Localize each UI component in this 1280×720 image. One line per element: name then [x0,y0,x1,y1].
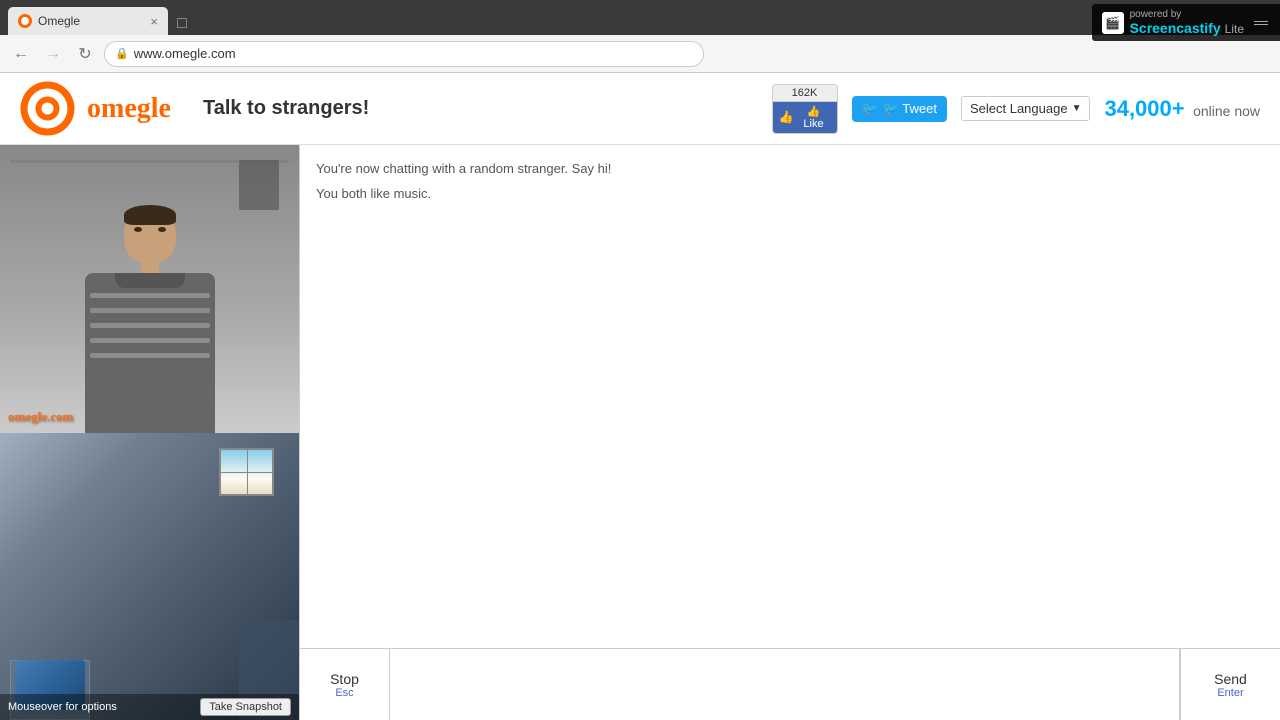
self-video: Mouseover for options Take Snapshot [0,433,299,720]
mouseover-text: Mouseover for options [8,701,117,713]
chat-input[interactable] [390,649,1180,720]
refresh-btn[interactable]: ↻ [72,41,98,67]
like-button[interactable]: 👍 👍 Like [773,102,837,133]
chat-panel: You're now chatting with a random strang… [300,145,1280,720]
main-content: omegle.com Mouseover for options [0,145,1280,720]
snapshot-button[interactable]: Take Snapshot [200,698,291,716]
stranger-video: omegle.com [0,145,299,433]
page: omegle Talk to strangers! 162K 👍 👍 Like … [0,73,1280,720]
lock-icon: 🔒 [115,47,129,60]
screencastify-title: Screencastify [1130,20,1221,36]
stop-label: Stop [330,671,359,687]
address-bar[interactable]: 🔒 www.omegle.com [104,41,704,67]
screencastify-icon: 🎬 [1102,12,1124,34]
online-count: 34,000+ [1104,96,1184,121]
tagline: Talk to strangers! [203,97,369,120]
tab-close-btn[interactable]: × [150,14,158,29]
site-header: omegle Talk to strangers! 162K 👍 👍 Like … [0,73,1280,145]
like-box[interactable]: 162K 👍 👍 Like [772,84,838,134]
stop-button[interactable]: Stop Esc [300,649,390,720]
screencastify-banner: 🎬 powered by Screencastify Lite [1092,4,1280,41]
header-right: 162K 👍 👍 Like 🐦 🐦 Tweet Select Language … [772,84,1260,134]
omegle-watermark: omegle.com [8,409,73,425]
system-message-2: You both like music. [316,184,1264,205]
logo-area: omegle Talk to strangers! [20,81,369,136]
tweet-label: 🐦 Tweet [883,101,937,117]
online-count-area: 34,000+ online now [1104,96,1260,122]
omegle-logo [20,81,75,136]
like-count: 162K [773,85,837,102]
tab-title: Omegle [38,14,80,28]
site-title: omegle [87,93,171,125]
video-panel: omegle.com Mouseover for options [0,145,300,720]
url-text: www.omegle.com [134,46,236,61]
screencastify-subtitle: Lite [1225,22,1244,36]
dropdown-arrow-icon: ▼ [1072,103,1082,114]
chat-input-area: Stop Esc Send Enter [300,648,1280,720]
language-selector[interactable]: Select Language ▼ [961,96,1091,121]
tab-favicon [18,14,32,28]
chat-messages: You're now chatting with a random strang… [300,145,1280,648]
new-tab-btn[interactable]: □ [168,13,196,35]
send-button[interactable]: Send Enter [1180,649,1280,720]
tab[interactable]: Omegle × [8,7,168,35]
video-controls: Mouseover for options Take Snapshot [0,694,299,720]
tweet-button[interactable]: 🐦 🐦 Tweet [852,96,947,122]
send-label: Send [1214,671,1247,687]
system-message-1: You're now chatting with a random strang… [316,159,1264,180]
back-btn[interactable]: ← [8,41,34,67]
thumbs-up-icon: 👍 [779,110,794,124]
select-language-label: Select Language [970,101,1068,116]
send-shortcut: Enter [1217,687,1243,699]
online-label: online now [1193,103,1260,119]
stop-shortcut: Esc [335,687,353,699]
powered-by-text: powered by [1130,9,1244,20]
forward-btn[interactable]: → [40,41,66,67]
twitter-icon: 🐦 [862,101,878,117]
